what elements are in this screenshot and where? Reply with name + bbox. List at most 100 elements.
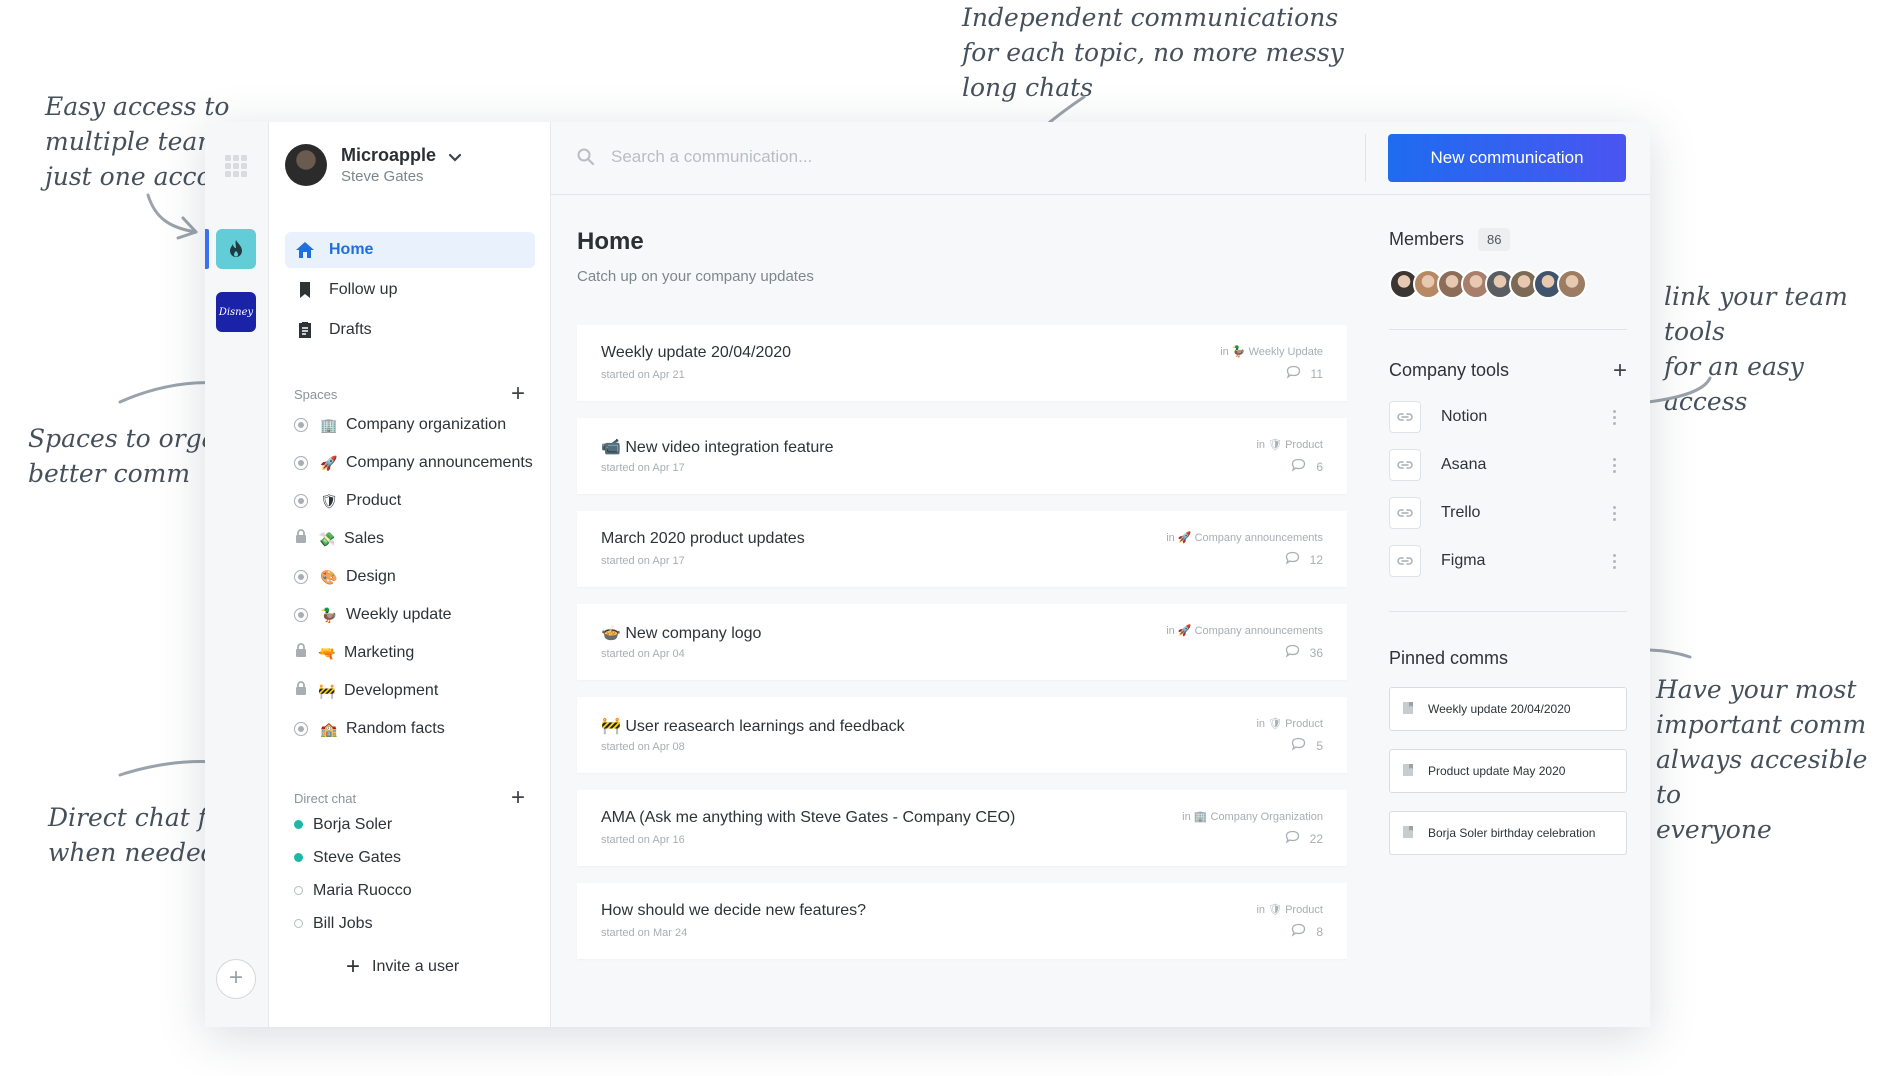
pinned-list: Weekly update 20/04/2020 Product update M… bbox=[1389, 687, 1627, 855]
pinned-comm-item[interactable]: Borja Soler birthday celebration bbox=[1389, 811, 1627, 855]
tool-item[interactable]: Trello bbox=[1389, 489, 1627, 537]
company-tools-heading: Company tools bbox=[1389, 360, 1510, 380]
team-switch-disney[interactable]: Disney bbox=[216, 292, 256, 332]
communication-title: Weekly update 20/04/2020 bbox=[601, 344, 792, 361]
communication-title: March 2020 product updates bbox=[601, 530, 805, 547]
pinned-comm-item[interactable]: Weekly update 20/04/2020 bbox=[1389, 687, 1627, 731]
disney-logo: Disney bbox=[218, 306, 254, 318]
nav-item-follow-up[interactable]: Follow up bbox=[285, 272, 535, 308]
direct-chat-item[interactable]: Bill Jobs bbox=[294, 907, 412, 940]
more-options-icon[interactable] bbox=[1613, 457, 1617, 473]
sidebar-item-space[interactable]: 🚀 Company announcements bbox=[294, 444, 533, 482]
communication-title: 📹 New video integration feature bbox=[601, 439, 834, 456]
more-options-icon[interactable] bbox=[1613, 505, 1617, 521]
feed: Home Catch up on your company updates We… bbox=[577, 228, 1347, 976]
workspace-switcher[interactable]: Microapple Steve Gates bbox=[285, 144, 462, 186]
space-label: Weekly update bbox=[346, 606, 452, 623]
nav-item-label: Home bbox=[329, 241, 374, 258]
comment-count: 8 bbox=[1291, 923, 1323, 940]
workspace-user: Steve Gates bbox=[341, 168, 424, 185]
direct-chat-item[interactable]: Borja Soler bbox=[294, 808, 412, 841]
clipboard-icon bbox=[299, 322, 311, 338]
lock-icon bbox=[294, 643, 308, 663]
sidebar-item-space[interactable]: 🎨 Design bbox=[294, 558, 533, 596]
add-space-button[interactable]: + bbox=[511, 382, 525, 406]
nav-item-home[interactable]: Home bbox=[285, 232, 535, 268]
tool-item[interactable]: Asana bbox=[1389, 441, 1627, 489]
active-team-indicator bbox=[205, 229, 209, 269]
new-communication-button[interactable]: New communication bbox=[1388, 134, 1626, 182]
comment-icon bbox=[1285, 551, 1310, 568]
tool-item[interactable]: Notion bbox=[1389, 393, 1627, 441]
communication-card[interactable]: 🍲 New company logo started on Apr 04 in 🚀 … bbox=[577, 604, 1347, 680]
public-space-icon bbox=[294, 418, 308, 432]
presence-status-icon bbox=[294, 919, 303, 928]
note-icon bbox=[1402, 701, 1428, 718]
communication-card[interactable]: Weekly update 20/04/2020 started on Apr 2… bbox=[577, 325, 1347, 401]
communication-card[interactable]: 🚧 User reasearch learnings and feedback s… bbox=[577, 697, 1347, 773]
add-tool-button[interactable]: + bbox=[1613, 358, 1627, 382]
direct-chat-heading: Direct chat bbox=[294, 790, 357, 806]
apps-grid-icon[interactable] bbox=[225, 155, 247, 177]
communication-date: started on Apr 08 bbox=[601, 741, 685, 753]
space-label: Product bbox=[346, 492, 402, 509]
note-icon bbox=[1402, 763, 1428, 780]
public-space-icon bbox=[294, 570, 308, 584]
main-content: New communication Home Catch up on your … bbox=[551, 122, 1650, 1027]
company-tools-header: Company tools + bbox=[1389, 358, 1627, 382]
workspace-name: Microapple bbox=[341, 145, 437, 165]
tool-name: Trello bbox=[1441, 504, 1481, 521]
tool-name: Asana bbox=[1441, 456, 1487, 473]
direct-chat-item[interactable]: Steve Gates bbox=[294, 841, 412, 874]
tool-item[interactable]: Figma bbox=[1389, 537, 1627, 585]
divider bbox=[1389, 329, 1627, 330]
communication-date: started on Apr 17 bbox=[601, 555, 685, 567]
app-window: Disney + Microapple Steve Gates Home Fol… bbox=[205, 122, 1650, 1027]
space-emoji-icon: 🚧 bbox=[318, 682, 336, 699]
more-options-icon[interactable] bbox=[1613, 553, 1617, 569]
add-team-button[interactable]: + bbox=[216, 959, 256, 999]
direct-chat-item[interactable]: Maria Ruocco bbox=[294, 874, 412, 907]
communication-card[interactable]: AMA (Ask me anything with Steve Gates - … bbox=[577, 790, 1347, 866]
spaces-header: Spaces + bbox=[294, 382, 525, 406]
team-switch-microapple[interactable] bbox=[216, 229, 256, 269]
invite-label: Invite a user bbox=[372, 958, 460, 975]
divider bbox=[1389, 611, 1627, 612]
nav-item-drafts[interactable]: Drafts bbox=[285, 312, 535, 348]
add-direct-chat-button[interactable]: + bbox=[511, 786, 525, 810]
sidebar-item-space[interactable]: 🏢 Company organization bbox=[294, 406, 533, 444]
communication-space: in 🛡 Product bbox=[1256, 439, 1323, 451]
invite-user-button[interactable]: + Invite a user bbox=[346, 955, 460, 979]
public-space-icon bbox=[294, 494, 308, 508]
link-icon bbox=[1389, 449, 1421, 481]
chat-user-name: Borja Soler bbox=[313, 815, 393, 833]
sidebar-item-space[interactable]: 🚧 Development bbox=[294, 672, 533, 710]
search-input[interactable] bbox=[609, 146, 1293, 168]
sidebar-item-space[interactable]: 🦆 Weekly update bbox=[294, 596, 533, 634]
comment-icon bbox=[1285, 644, 1310, 661]
comment-icon bbox=[1285, 830, 1310, 847]
member-avatars[interactable] bbox=[1389, 269, 1627, 299]
presence-status-icon bbox=[294, 853, 303, 862]
sidebar-item-space[interactable]: 🏫 Random facts bbox=[294, 710, 533, 748]
annotation-comms: Independent communications for each topi… bbox=[962, 3, 1344, 102]
communication-card[interactable]: March 2020 product updates started on Apr… bbox=[577, 511, 1347, 587]
space-emoji-icon: 🔫 bbox=[318, 644, 336, 661]
sidebar-item-space[interactable]: 🔫 Marketing bbox=[294, 634, 533, 672]
communication-card[interactable]: 📹 New video integration feature started o… bbox=[577, 418, 1347, 494]
pinned-comm-item[interactable]: Product update May 2020 bbox=[1389, 749, 1627, 793]
space-emoji-icon: 🦆 bbox=[320, 606, 338, 623]
link-icon bbox=[1389, 545, 1421, 577]
comment-count-value: 6 bbox=[1316, 459, 1323, 474]
chat-user-name: Maria Ruocco bbox=[313, 881, 412, 899]
presence-status-icon bbox=[294, 886, 303, 895]
more-options-icon[interactable] bbox=[1613, 409, 1617, 425]
comment-count-value: 5 bbox=[1316, 738, 1323, 753]
members-heading: Members bbox=[1389, 229, 1465, 249]
communication-title: How should we decide new features? bbox=[601, 902, 867, 919]
communication-card[interactable]: How should we decide new features? starte… bbox=[577, 883, 1347, 959]
comment-icon bbox=[1291, 458, 1316, 475]
sidebar-item-space[interactable]: 🛡 Product bbox=[294, 482, 533, 520]
sidebar-item-space[interactable]: 💸 Sales bbox=[294, 520, 533, 558]
comment-icon bbox=[1291, 923, 1316, 940]
